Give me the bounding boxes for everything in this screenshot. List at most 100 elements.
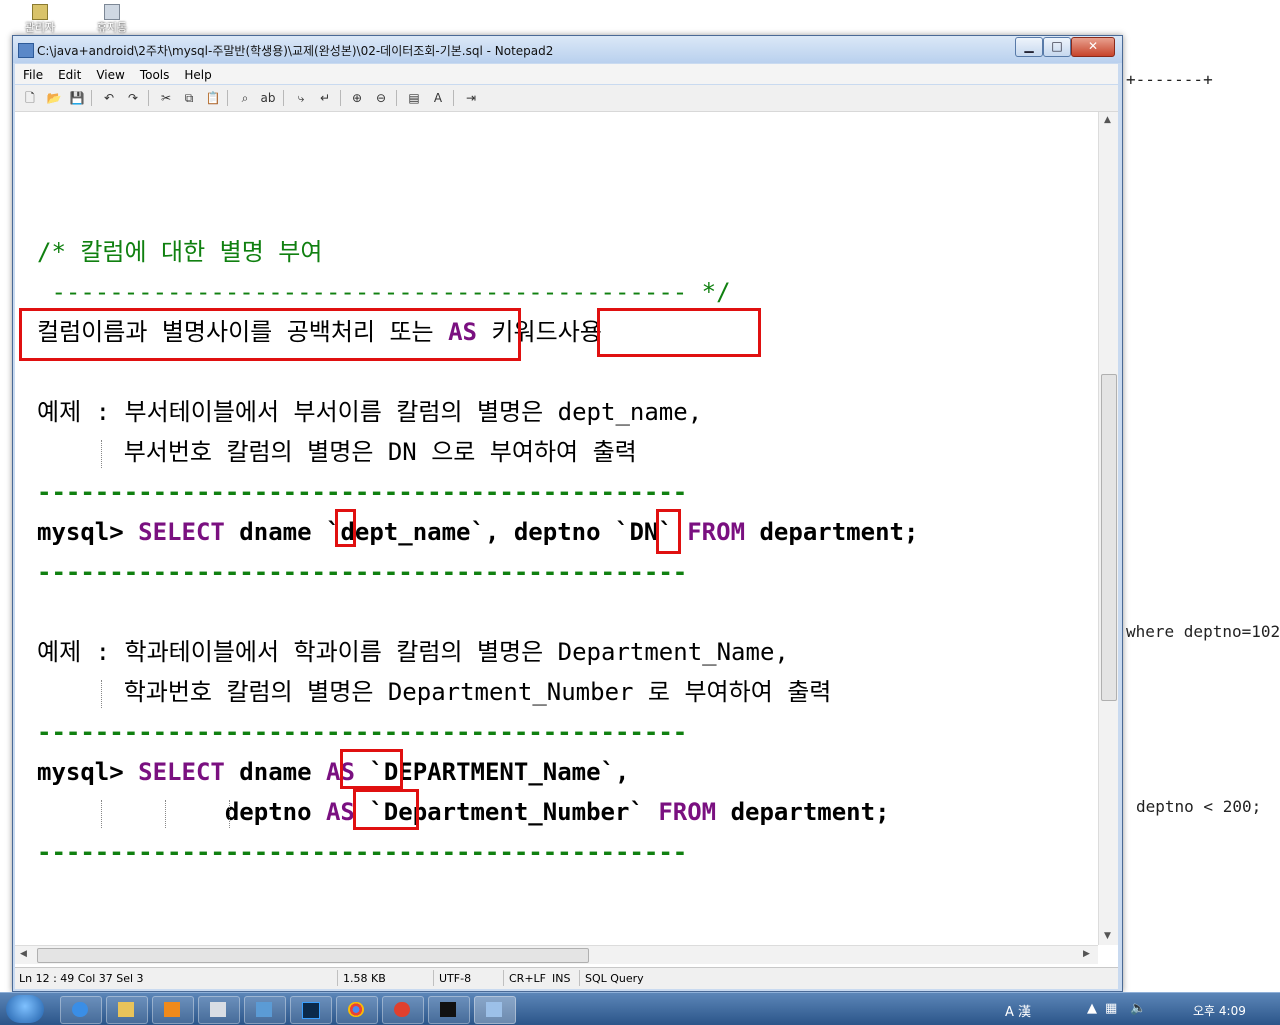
- highlight-box: [656, 509, 681, 554]
- status-separator: [337, 970, 338, 986]
- scroll-down-icon[interactable]: ▼: [1104, 931, 1111, 941]
- paste-icon[interactable]: 📋: [205, 90, 221, 106]
- sql-prompt: mysql>: [37, 758, 139, 786]
- minimize-button[interactable]: ▁: [1015, 37, 1043, 57]
- indent-guide: [101, 800, 102, 828]
- notepad-icon: [18, 43, 34, 58]
- taskbar-app[interactable]: [244, 996, 286, 1024]
- open-icon[interactable]: 📂: [46, 90, 62, 106]
- menu-help[interactable]: Help: [176, 65, 218, 82]
- show-hidden-icons-icon[interactable]: ▲: [1087, 1001, 1097, 1016]
- menu-tools[interactable]: Tools: [132, 65, 177, 82]
- desktop-icon-admin[interactable]: 관리자: [20, 4, 60, 34]
- copy-icon[interactable]: ⧉: [181, 90, 197, 106]
- wordwrap-icon[interactable]: ↵: [317, 90, 333, 106]
- notepad-icon: [486, 1002, 502, 1017]
- cut-icon[interactable]: ✂: [158, 90, 174, 106]
- select-keyword: SELECT: [138, 518, 225, 546]
- font-icon[interactable]: A: [430, 90, 446, 106]
- taskbar-photoshop[interactable]: [290, 996, 332, 1024]
- status-eol[interactable]: CR+LF: [509, 972, 546, 985]
- app-icon: [256, 1002, 272, 1017]
- taskbar-explorer[interactable]: [106, 996, 148, 1024]
- start-button[interactable]: [6, 995, 44, 1023]
- undo-icon[interactable]: ↶: [101, 90, 117, 106]
- status-ins[interactable]: INS: [552, 972, 570, 985]
- select-keyword: SELECT: [138, 758, 225, 786]
- menu-edit[interactable]: Edit: [50, 65, 88, 82]
- schemes-icon[interactable]: ▤: [406, 90, 422, 106]
- zoom-in-icon[interactable]: ⊕: [349, 90, 365, 106]
- status-bar: Ln 12 : 49 Col 37 Sel 3 1.58 KB UTF-8 CR…: [15, 967, 1118, 989]
- toolbar-separator: [91, 90, 92, 106]
- menu-file[interactable]: File: [15, 65, 50, 82]
- status-separator: [503, 970, 504, 986]
- indent-guide: [165, 800, 166, 828]
- redo-icon[interactable]: ↷: [125, 90, 141, 106]
- desktop-icon-label: 휴지통: [96, 21, 128, 34]
- taskbar-notepad2[interactable]: [474, 996, 516, 1024]
- ime-indicator[interactable]: A 漢: [1005, 1001, 1031, 1020]
- clock[interactable]: 오후 4:09: [1193, 1002, 1246, 1019]
- taskbar-media-player[interactable]: [152, 996, 194, 1024]
- new-icon[interactable]: 🗋: [22, 90, 38, 106]
- status-encoding[interactable]: UTF-8: [439, 972, 471, 985]
- sql-prompt: mysql>: [37, 518, 139, 546]
- horizontal-scrollbar[interactable]: ◀ ▶: [15, 945, 1098, 964]
- from-keyword: FROM: [687, 518, 746, 546]
- sql-text: department;: [745, 518, 919, 546]
- toolbar-separator: [396, 90, 397, 106]
- toolbar-separator: [283, 90, 284, 106]
- goto-icon[interactable]: ⤷: [293, 90, 309, 106]
- ie-icon: [72, 1002, 88, 1017]
- vertical-scroll-thumb[interactable]: [1101, 374, 1117, 701]
- notepad2-window: C:\java+android\2주차\mysql-주말반(학생용)\교제(완성…: [12, 35, 1123, 992]
- volume-icon[interactable]: 🔈: [1130, 1001, 1146, 1016]
- example-line: 예제 : 부서테이블에서 부서이름 칼럼의 별명은 dept_name,: [37, 398, 703, 426]
- chrome-icon: [348, 1002, 364, 1017]
- taskbar-calculator[interactable]: [198, 996, 240, 1024]
- desktop-icon-label: 관리자: [24, 21, 56, 34]
- taskbar-chrome[interactable]: [336, 996, 378, 1024]
- scroll-right-icon[interactable]: ▶: [1083, 949, 1090, 959]
- status-lexer[interactable]: SQL Query: [585, 972, 644, 985]
- toolbar: 🗋 📂 💾 ↶ ↷ ✂ ⧉ 📋 ⌕ ab ⤷ ↵ ⊕ ⊖ ▤ A ⇥: [15, 85, 1118, 112]
- folder-icon: [32, 4, 48, 20]
- save-icon[interactable]: 💾: [69, 90, 85, 106]
- maximize-button[interactable]: □: [1043, 37, 1071, 57]
- scroll-left-icon[interactable]: ◀: [20, 949, 27, 959]
- taskbar-app-red[interactable]: [382, 996, 424, 1024]
- replace-icon[interactable]: ab: [260, 90, 276, 106]
- comment-line: ----------------------------------------…: [37, 278, 731, 306]
- photoshop-icon: [302, 1002, 320, 1019]
- example-line: 학과번호 칼럼의 별명은 Department_Number 로 부여하여 출력: [37, 678, 832, 706]
- sql-text: dname `dept_name`, deptno `DN`: [224, 518, 688, 546]
- sql-line: mysql> SELECT dname `dept_name`, deptno …: [37, 517, 918, 547]
- app-red-icon: [394, 1002, 410, 1017]
- toolbar-separator: [227, 90, 228, 106]
- horizontal-scroll-thumb[interactable]: [37, 948, 589, 963]
- vertical-scrollbar[interactable]: ▲ ▼: [1098, 112, 1118, 945]
- scroll-up-icon[interactable]: ▲: [1104, 115, 1111, 125]
- taskbar-ie[interactable]: [60, 996, 102, 1024]
- status-position: Ln 12 : 49 Col 37 Sel 3: [19, 972, 144, 985]
- sql-text: department;: [716, 798, 890, 826]
- status-separator: [579, 970, 580, 986]
- separator-line: ----------------------------------------…: [37, 838, 688, 866]
- desktop-icon-recycle-bin[interactable]: 휴지통: [92, 4, 132, 34]
- background-window-text: deptno < 200;: [1136, 797, 1262, 816]
- network-icon[interactable]: ▦: [1105, 1001, 1117, 1016]
- background-window-text: +-------+: [1126, 70, 1213, 89]
- taskbar-cmd[interactable]: [428, 996, 470, 1024]
- menu-view[interactable]: View: [88, 65, 131, 82]
- window-title: C:\java+android\2주차\mysql-주말반(학생용)\교제(완성…: [37, 44, 554, 58]
- zoom-out-icon[interactable]: ⊖: [373, 90, 389, 106]
- title-bar[interactable]: C:\java+android\2주차\mysql-주말반(학생용)\교제(완성…: [13, 36, 1122, 63]
- editor-margin: [15, 112, 34, 945]
- editor-area[interactable]: /* 칼럼에 대한 별명 부여 ------------------------…: [15, 112, 1118, 967]
- exit-icon[interactable]: ⇥: [463, 90, 479, 106]
- close-button[interactable]: ✕: [1071, 37, 1115, 57]
- highlight-box: [597, 308, 761, 357]
- highlight-box: [335, 509, 356, 547]
- find-icon[interactable]: ⌕: [237, 90, 253, 106]
